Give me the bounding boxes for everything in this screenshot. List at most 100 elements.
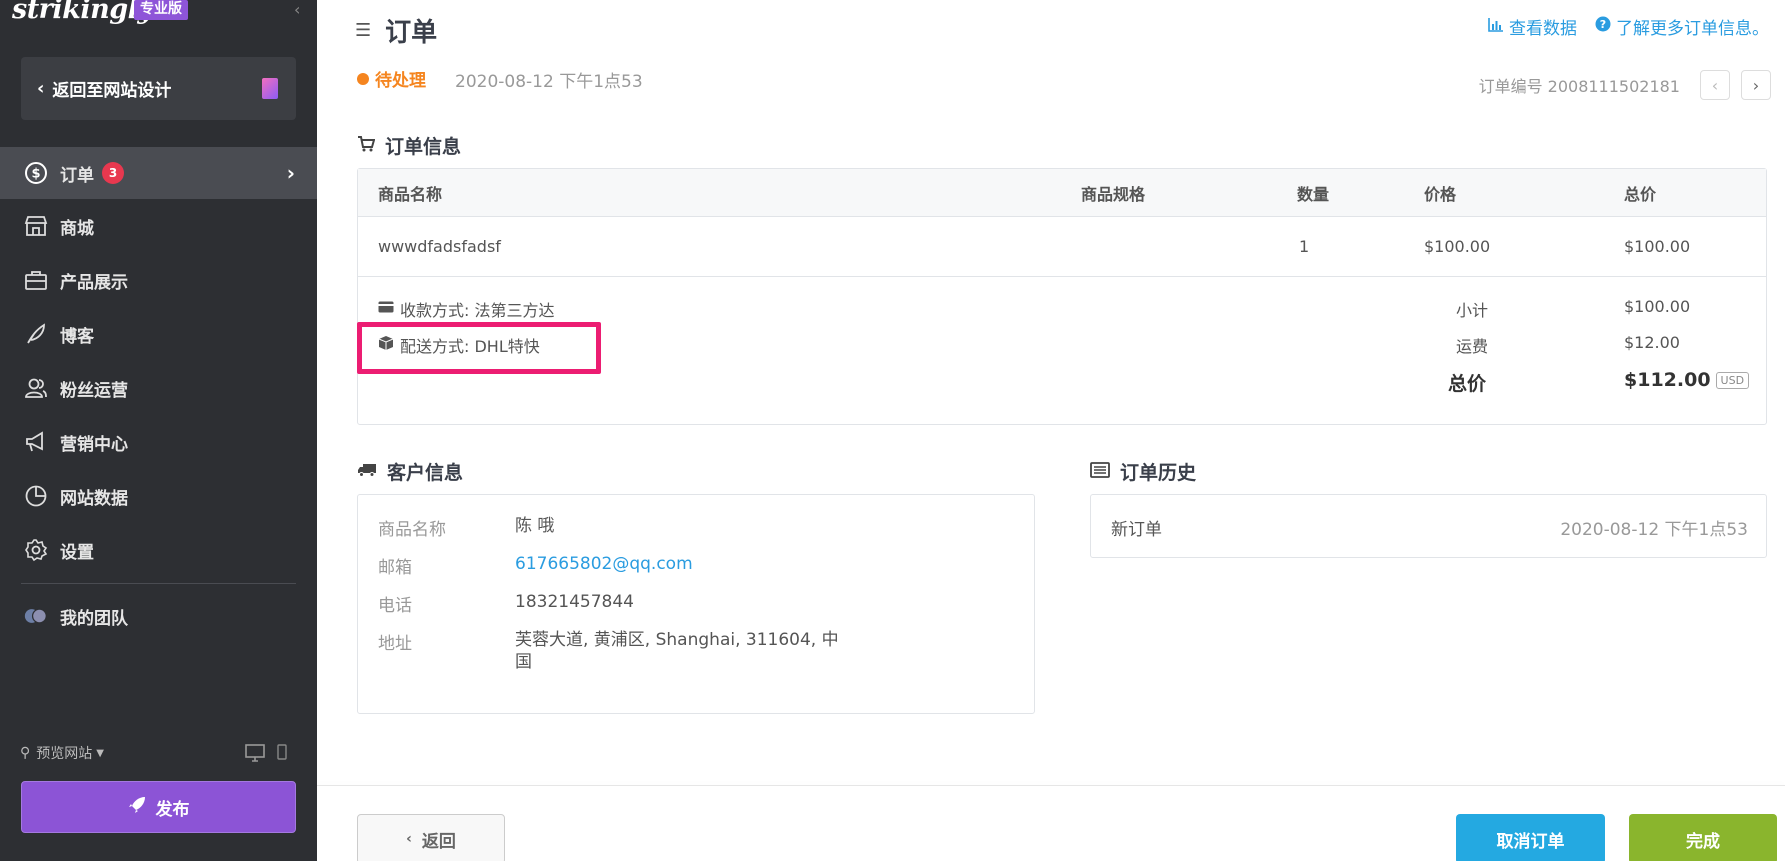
list-icon: ☰ [355, 20, 372, 41]
users-icon [24, 376, 48, 400]
order-date: 2020-08-12 下午1点53 [455, 72, 643, 92]
order-history-title-text: 订单历史 [1120, 462, 1197, 484]
back-to-design-button[interactable]: ‹ 返回至网站设计 [21, 57, 296, 120]
search-icon: ⚲ [20, 745, 31, 761]
status-text: 待处理 [375, 71, 426, 91]
strikingly-logo: strikingly [12, 0, 153, 25]
highlight-box [357, 322, 601, 374]
sidebar: strikingly 专业版 ‹ ‹ 返回至网站设计 $ 订单 3 › 商城 产… [0, 0, 317, 861]
currency-badge: USD [1715, 371, 1750, 389]
preview-site-label: 预览网站 [36, 746, 93, 762]
order-number: 订单编号 2008111502181 [1478, 77, 1680, 96]
customer-email-link[interactable]: 617665802@qq.com [515, 553, 845, 575]
customer-address-value: 芙蓉大道, 黄浦区, Shanghai, 311604, 中国 [515, 630, 839, 672]
sidebar-item-marketing[interactable]: 营销中心 [0, 416, 317, 468]
sidebar-item-label: 产品展示 [60, 272, 128, 293]
sidebar-divider [21, 583, 296, 584]
cart-icon [357, 135, 376, 156]
store-icon [24, 214, 48, 238]
prev-order-button[interactable]: ‹ [1700, 70, 1730, 100]
chevron-left-icon: ‹ [406, 831, 412, 847]
sidebar-item-blog[interactable]: 博客 [0, 308, 317, 360]
sidebar-item-label: 设置 [60, 542, 94, 563]
product-name: wwwdfadsfadsf [378, 237, 501, 256]
product-total: $100.00 [1624, 237, 1691, 256]
subtotal-label: 小计 [1456, 301, 1489, 320]
customer-email-label: 邮箱 [378, 558, 412, 578]
pie-chart-icon [24, 484, 48, 508]
total-value: $112.00 [1624, 369, 1711, 391]
page-title-text: 订单 [385, 18, 438, 48]
footer-divider [317, 785, 1785, 786]
preview-site-dropdown[interactable]: ⚲ 预览网站 ▼ [20, 743, 104, 763]
product-qty: 1 [1299, 237, 1310, 256]
sidebar-item-fans[interactable]: 粉丝运营 [0, 362, 317, 414]
main-content: ☰ 订单 查看数据 ? 了解更多订单信息。 待处理 2020-08-12 下午1… [317, 0, 1785, 861]
col-product-name: 商品名称 [378, 184, 443, 204]
orders-count-badge: 3 [102, 162, 124, 184]
subtotal-value: $100.00 [1624, 297, 1691, 316]
shipping-fee-label: 运费 [1456, 337, 1489, 356]
sidebar-item-orders[interactable]: $ 订单 3 › [0, 147, 317, 199]
customer-phone-value: 18321457844 [515, 592, 634, 612]
next-order-button[interactable]: › [1741, 70, 1771, 100]
cancel-order-button[interactable]: 取消订单 [1456, 814, 1605, 861]
sidebar-item-products[interactable]: 产品展示 [0, 254, 317, 306]
page-title: ☰ 订单 [355, 12, 437, 49]
dollar-circle-icon: $ [24, 161, 48, 185]
customer-info-title: 客户信息 [357, 458, 463, 485]
history-date: 2020-08-12 下午1点53 [1560, 520, 1748, 540]
sidebar-item-store[interactable]: 商城 [0, 200, 317, 252]
credit-card-icon [378, 301, 394, 317]
order-info-title: 订单信息 [357, 132, 461, 159]
pro-badge: 专业版 [134, 0, 188, 20]
back-label: 返回 [421, 831, 456, 852]
table-row: wwwdfadsfadsf 1 $100.00 $100.00 [358, 217, 1766, 277]
col-spec: 商品规格 [1081, 184, 1146, 204]
back-to-design-label: 返回至网站设计 [52, 81, 172, 101]
payment-method: 收款方式: 法第三方达 [378, 297, 554, 321]
chevron-left-icon: ‹ [37, 78, 45, 99]
megaphone-icon [24, 430, 48, 454]
caret-down-icon: ▼ [96, 747, 104, 759]
back-button[interactable]: ‹ 返回 [357, 814, 505, 861]
customer-info-panel: 商品名称 陈 哦 邮箱 617665802@qq.com 电话 18321457… [357, 494, 1035, 714]
list-alt-icon [1090, 461, 1110, 482]
view-data-link[interactable]: 查看数据 [1488, 14, 1577, 39]
mobile-icon[interactable] [277, 744, 287, 766]
order-info-title-text: 订单信息 [385, 136, 462, 158]
status-badge: 待处理 [357, 66, 426, 91]
learn-more-label: 了解更多订单信息。 [1616, 19, 1769, 39]
team-avatar-icon [24, 604, 48, 628]
sidebar-item-settings[interactable]: 设置 [0, 524, 317, 576]
sidebar-item-label: 我的团队 [60, 608, 128, 629]
table-header: 商品名称 商品规格 数量 价格 总价 [358, 169, 1766, 217]
chevron-right-icon: › [286, 161, 295, 185]
gear-icon [24, 538, 48, 562]
sidebar-item-team[interactable]: 我的团队 [0, 590, 317, 642]
view-data-label: 查看数据 [1509, 19, 1577, 39]
customer-phone-label: 电话 [378, 596, 412, 616]
desktop-icon[interactable] [245, 744, 265, 766]
customer-address-label: 地址 [378, 634, 412, 654]
sidebar-item-analytics[interactable]: 网站数据 [0, 470, 317, 522]
sidebar-item-label: 粉丝运营 [60, 380, 128, 401]
learn-more-link[interactable]: ? 了解更多订单信息。 [1595, 14, 1769, 39]
feather-icon [24, 322, 48, 346]
svg-text:$: $ [31, 167, 40, 182]
sidebar-item-label: 营销中心 [60, 434, 128, 455]
shipping-fee-value: $12.00 [1624, 333, 1680, 352]
complete-button[interactable]: 完成 [1629, 814, 1777, 861]
publish-button[interactable]: 发布 [21, 781, 296, 833]
collapse-sidebar-icon[interactable]: ‹ [294, 0, 300, 19]
status-dot [357, 72, 369, 85]
col-qty: 数量 [1297, 184, 1330, 204]
sidebar-item-label: 订单 [60, 165, 94, 186]
truck-icon [357, 462, 377, 481]
customer-name-value: 陈 哦 [515, 516, 555, 536]
product-price: $100.00 [1424, 237, 1491, 256]
customer-name-label: 商品名称 [378, 520, 446, 540]
order-history-panel: 新订单 2020-08-12 下午1点53 [1090, 494, 1767, 558]
col-total: 总价 [1624, 184, 1657, 204]
order-info-table: 商品名称 商品规格 数量 价格 总价 wwwdfadsfadsf 1 $100.… [357, 168, 1767, 425]
